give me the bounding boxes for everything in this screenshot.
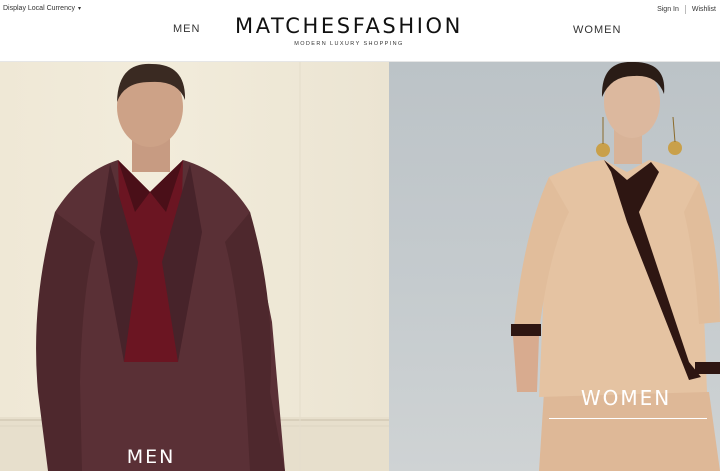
currency-selector[interactable]: Display Local Currency ▾ xyxy=(3,5,81,12)
site-header: Display Local Currency ▾ Sign In Wishlis… xyxy=(0,0,720,62)
men-hero-panel[interactable]: MEN xyxy=(0,62,389,471)
currency-label: Display Local Currency xyxy=(3,5,75,12)
men-hero-image xyxy=(0,62,389,471)
nav-men-link[interactable]: MEN xyxy=(173,23,200,35)
wishlist-link[interactable]: Wishlist xyxy=(692,6,716,13)
sign-in-link[interactable]: Sign In xyxy=(657,6,679,13)
site-tagline: MODERN LUXURY SHOPPING xyxy=(294,41,404,47)
men-hero-label[interactable]: MEN xyxy=(72,446,230,468)
account-links: Sign In Wishlist xyxy=(657,5,716,14)
women-hero-underline xyxy=(549,418,707,419)
women-hero-label[interactable]: WOMEN xyxy=(547,386,705,410)
nav-women-link[interactable]: WOMEN xyxy=(573,24,621,36)
site-logo[interactable]: MATCHESFASHION xyxy=(217,14,481,38)
chevron-down-icon: ▾ xyxy=(77,6,81,12)
divider xyxy=(684,5,686,14)
